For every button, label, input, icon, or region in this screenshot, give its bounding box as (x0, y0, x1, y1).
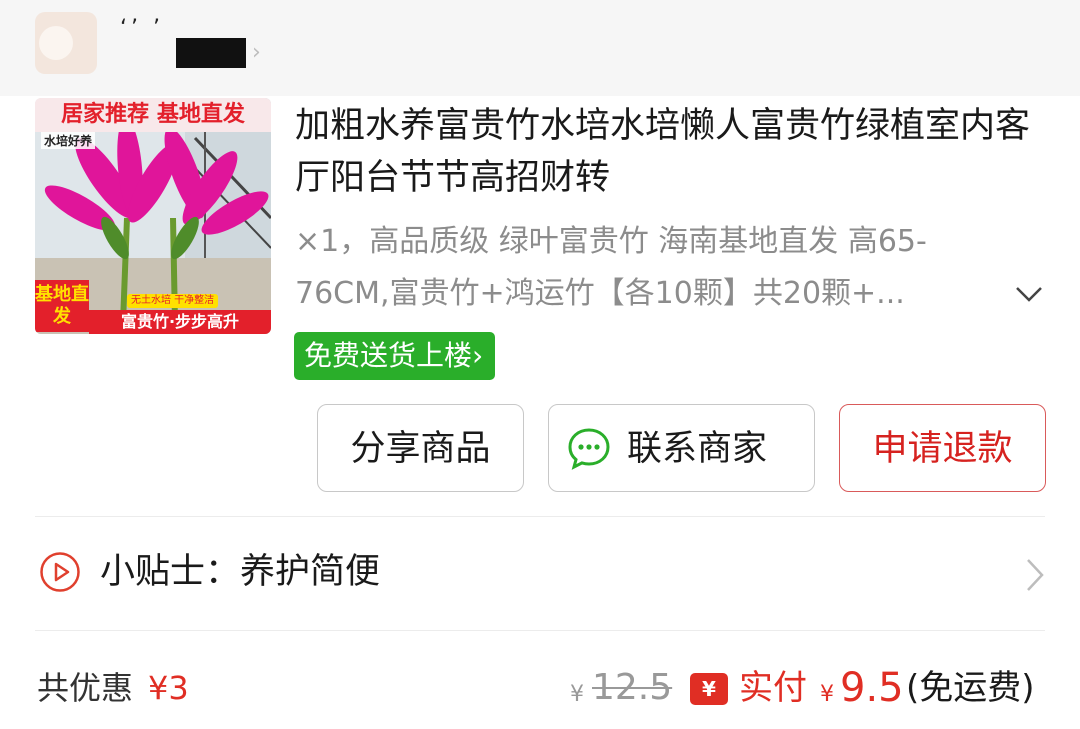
contact-seller-label: 联系商家 (627, 429, 768, 469)
paid-amount: 9.5 (840, 665, 904, 711)
free-delivery-label: 免费送货上楼 (304, 339, 473, 372)
paid-currency: ¥ (820, 682, 834, 707)
product-spec: ×1，高品质级 绿叶富贵竹 海南基地直发 高65-76CM,富贵竹+鸿运竹【各1… (295, 224, 927, 311)
image-tag-left: 基地直发 (35, 280, 89, 332)
contact-seller-button[interactable]: 联系商家 (548, 404, 815, 492)
shipping-note: (免运费) (906, 668, 1035, 708)
image-tag-sub: 水培好养 (41, 132, 96, 149)
payment-badge-icon: ¥ (690, 673, 728, 705)
divider (35, 516, 1045, 517)
divider (35, 630, 1045, 631)
image-tag-small: 无土水培 干净整洁 (127, 294, 219, 308)
paid-label: 实付 (739, 668, 807, 708)
chat-bubble-icon (568, 428, 610, 470)
product-title[interactable]: 加粗水养富贵竹水培水培懒人富贵竹绿植室内客厅阳台节节高招财转 (295, 100, 1035, 204)
chevron-right-icon[interactable] (1022, 556, 1048, 594)
discount-label: 共优惠 (37, 669, 134, 707)
free-delivery-tag[interactable]: 免费送货上楼› (294, 332, 496, 380)
share-product-button[interactable]: 分享商品 (317, 404, 524, 492)
shop-avatar[interactable] (35, 12, 97, 74)
shop-name-marks: ‘’ ’ (120, 16, 164, 41)
original-price: 12.5 (592, 667, 673, 708)
chevron-right-icon: › (252, 40, 261, 65)
chevron-down-icon[interactable] (1014, 280, 1044, 308)
request-refund-button[interactable]: 申请退款 (839, 404, 1046, 492)
play-circle-icon (40, 552, 80, 592)
image-tag-bottom: 富贵竹·步步高升 (89, 310, 271, 334)
shop-name-redacted (176, 38, 246, 68)
shop-name[interactable]: ‘’ ’ › (120, 16, 261, 68)
chevron-right-icon: › (472, 339, 484, 372)
discount-value: ¥3 (148, 669, 189, 707)
image-tag-top: 居家推荐 基地直发 (35, 98, 271, 132)
original-price-currency: ¥ (570, 682, 584, 707)
shop-header[interactable]: ‘’ ’ › (0, 0, 1080, 96)
product-image[interactable]: 居家推荐 基地直发 水培好养 基地直发 无土水培 干净整洁 富贵竹·步步高升 (35, 98, 271, 334)
tip-text[interactable]: 小贴士：养护简便 (100, 548, 380, 596)
